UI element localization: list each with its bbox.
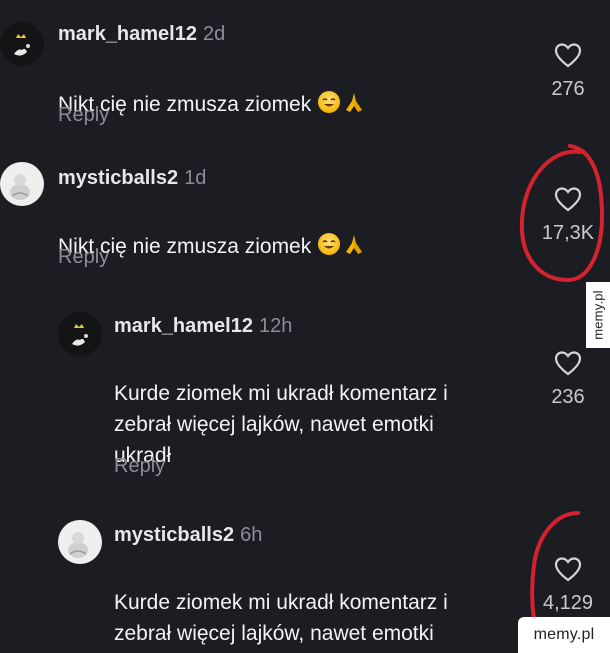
reply-button[interactable]: Reply: [114, 455, 165, 478]
username[interactable]: mysticballs2: [114, 524, 234, 546]
author-line: mysticballs2 1d: [58, 167, 206, 190]
reply-button[interactable]: Reply: [58, 246, 109, 269]
like-control: 236: [530, 350, 606, 409]
white-statue-avatar-icon: [0, 162, 44, 206]
black-avatar-with-sparkle-icon: [0, 22, 44, 66]
author-line: mark_hamel12 12h: [114, 315, 292, 338]
timestamp: 2d: [202, 23, 226, 45]
avatar[interactable]: [58, 312, 102, 356]
like-count: 4,129: [542, 592, 594, 614]
username[interactable]: mark_hamel12: [114, 315, 253, 337]
bottom-watermark: memy.pl: [518, 617, 610, 653]
side-watermark: memy.pl: [586, 282, 610, 348]
heart-icon[interactable]: [554, 186, 582, 212]
timestamp: 12h: [258, 315, 293, 337]
like-count: 17,3K: [541, 222, 595, 244]
smiling-face-icon: [317, 90, 341, 114]
folded-hands-icon: [343, 90, 365, 114]
like-control: 17,3K: [530, 186, 606, 245]
avatar[interactable]: [0, 22, 44, 66]
username[interactable]: mark_hamel12: [58, 23, 197, 45]
comments-screen: mark_hamel12 2d Nikt cię nie zmusza ziome…: [0, 0, 610, 653]
author-line: mysticballs2 6h: [114, 524, 262, 547]
timestamp: 6h: [240, 524, 263, 546]
avatar[interactable]: [0, 162, 44, 206]
comment-text-content: Kurde ziomek mi ukradł komentarz i zebra…: [114, 591, 448, 645]
side-watermark-text: memy.pl: [590, 290, 606, 340]
like-count: 276: [551, 78, 585, 100]
heart-icon[interactable]: [554, 42, 582, 68]
comment-text: Kurde ziomek mi ukradł komentarz i zebra…: [114, 347, 448, 471]
heart-icon[interactable]: [554, 556, 582, 582]
like-control: 4,129: [530, 556, 606, 615]
author-line: mark_hamel12 2d: [58, 23, 225, 46]
comment-text: Kurde ziomek mi ukradł komentarz i zebra…: [114, 556, 448, 653]
reply-button[interactable]: Reply: [58, 104, 109, 127]
folded-hands-icon: [343, 232, 365, 256]
heart-icon[interactable]: [554, 350, 582, 376]
avatar[interactable]: [58, 520, 102, 564]
white-statue-avatar-icon: [58, 520, 102, 564]
username[interactable]: mysticballs2: [58, 167, 178, 189]
black-avatar-with-sparkle-icon: [58, 312, 102, 356]
timestamp: 1d: [184, 167, 207, 189]
like-control: 276: [530, 42, 606, 101]
smiling-face-icon: [317, 232, 341, 256]
like-count: 236: [551, 386, 585, 408]
